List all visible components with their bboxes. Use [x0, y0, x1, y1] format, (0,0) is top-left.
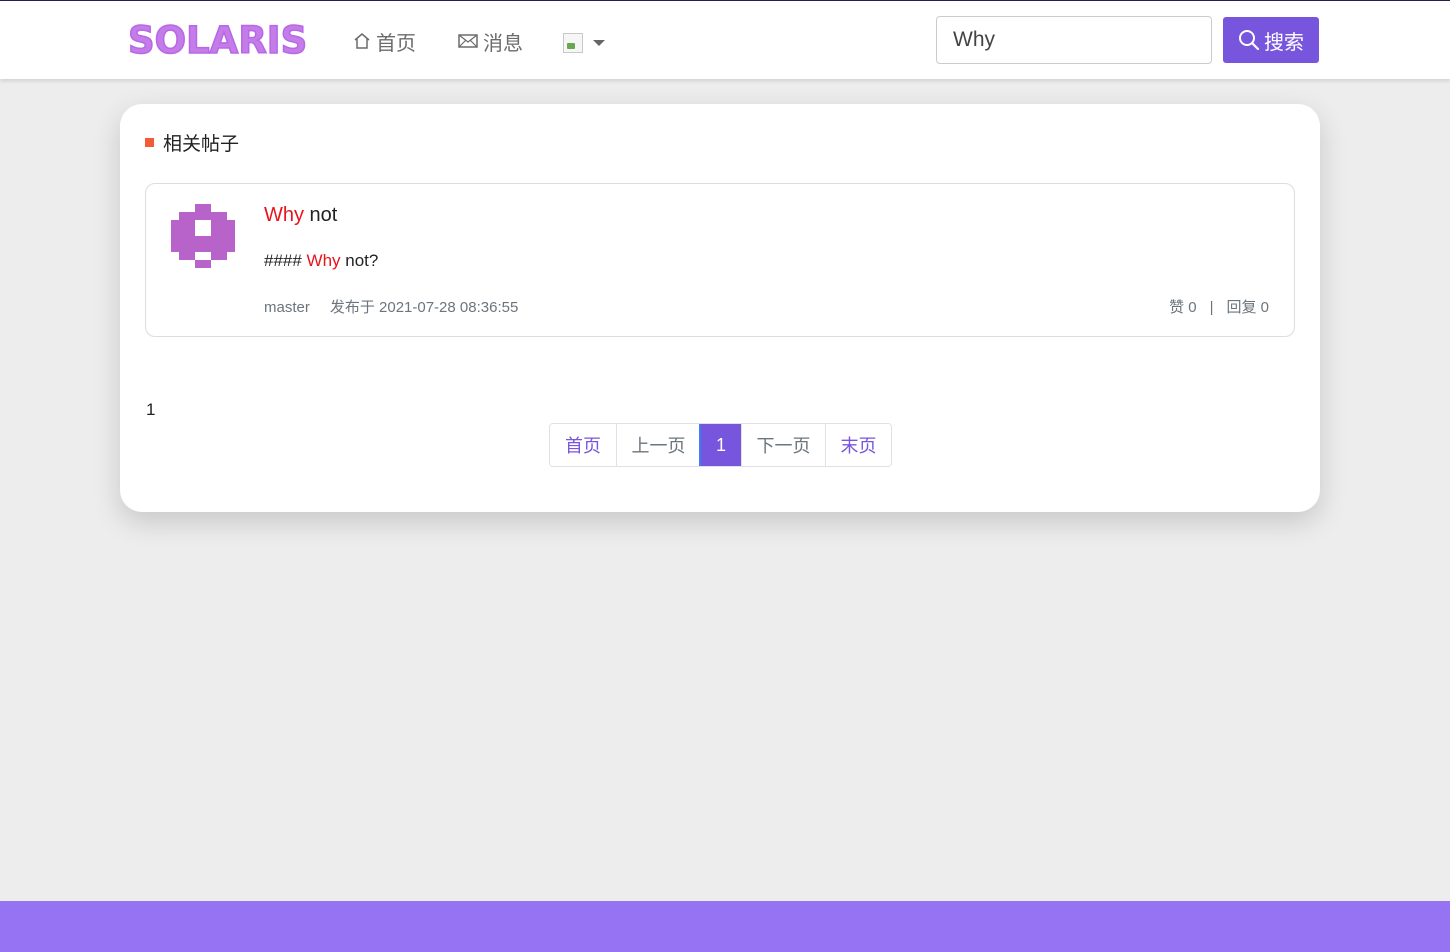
nav-home-link[interactable]: 首页: [352, 27, 416, 55]
post-excerpt-rest: not?: [340, 251, 379, 270]
post-timestamp: 发布于 2021-07-28 08:36:55: [329, 299, 519, 316]
nav-home-label: 首页: [376, 32, 416, 55]
search-input[interactable]: [936, 16, 1212, 64]
pagination-first-button[interactable]: 首页: [550, 424, 616, 466]
post-excerpt-prefix: ####: [264, 251, 307, 270]
search-icon: [1239, 30, 1260, 51]
home-icon: [354, 33, 370, 49]
post-meta: master 发布于 2021-07-28 08:36:55: [264, 296, 518, 317]
pagination-prev-button[interactable]: 上一页: [616, 424, 700, 466]
page-footer: [0, 901, 1450, 952]
post-author: master: [264, 299, 310, 316]
post-replies: 回复 0: [1226, 299, 1269, 316]
search-results-card: 相关帖子 Why not #### Why not? master 发布于 202…: [120, 104, 1320, 512]
chevron-down-icon: [593, 40, 605, 46]
stats-separator: |: [1209, 299, 1214, 316]
post-title-highlight: Why: [264, 204, 304, 226]
page-number-label: 1: [146, 400, 156, 419]
pagination-last-button[interactable]: 末页: [825, 424, 891, 466]
post-likes: 赞 0: [1169, 299, 1197, 316]
post-title-link[interactable]: Why not: [264, 204, 337, 227]
envelope-icon: [458, 34, 478, 48]
search-button[interactable]: 搜索: [1223, 17, 1319, 63]
avatar[interactable]: [171, 204, 235, 268]
section-title: 相关帖子: [163, 134, 240, 155]
pagination: 首页 上一页 1 下一页 末页: [549, 423, 892, 467]
section-heading: 相关帖子: [145, 129, 239, 156]
post-excerpt-highlight: Why: [306, 251, 341, 270]
post-excerpt: #### Why not?: [264, 251, 378, 271]
pagination-current-page[interactable]: 1: [699, 424, 742, 466]
nav-messages-link[interactable]: 消息: [457, 27, 523, 55]
search-button-label: 搜索: [1264, 31, 1304, 54]
brand-logo[interactable]: SOLARIS: [127, 20, 308, 62]
section-marker: [145, 138, 154, 147]
list-item: Why not #### Why not? master 发布于 2021-07-…: [145, 183, 1295, 337]
nav-messages-label: 消息: [483, 32, 523, 55]
post-title-rest: not: [304, 204, 338, 226]
user-menu-dropdown[interactable]: [563, 29, 605, 57]
top-navbar: SOLARIS 首页 消息 搜索: [0, 1, 1450, 79]
post-stats: 赞 0 | 回复 0: [1169, 296, 1269, 317]
user-avatar-image: [563, 33, 583, 53]
pagination-next-button[interactable]: 下一页: [741, 424, 825, 466]
